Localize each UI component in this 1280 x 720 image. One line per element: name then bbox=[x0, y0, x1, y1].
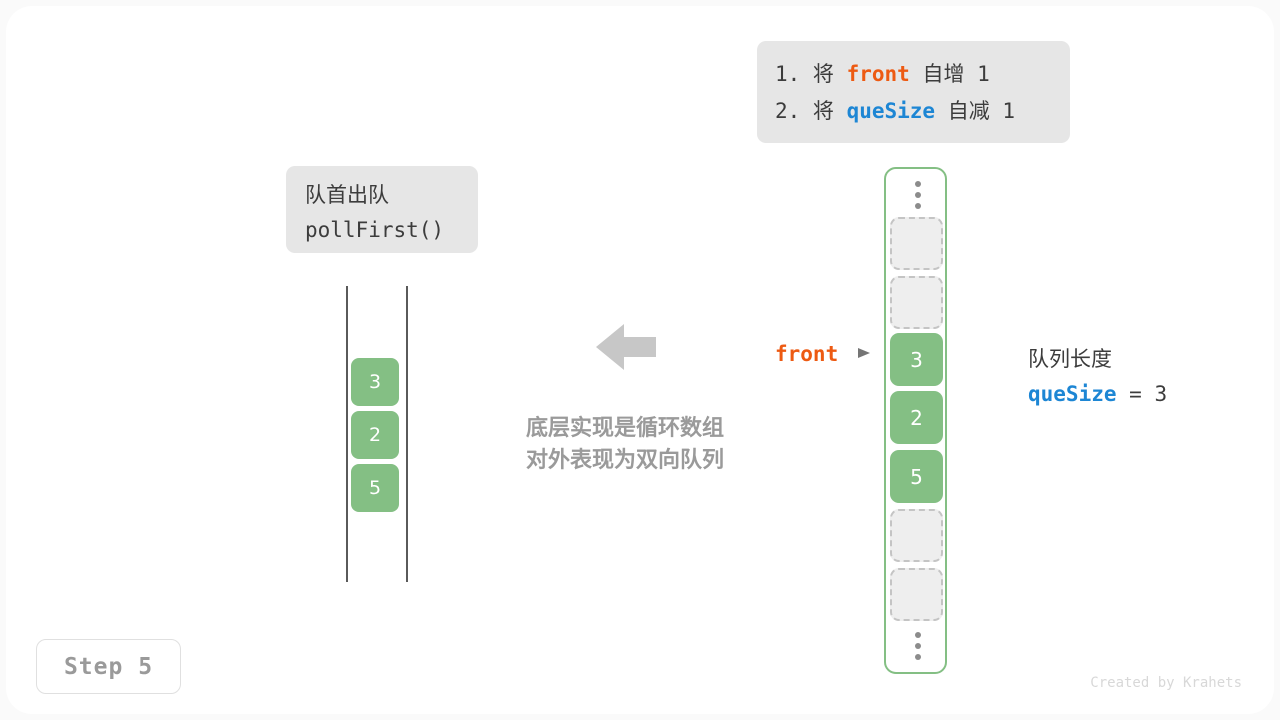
front-pointer-arrow-icon bbox=[858, 348, 870, 358]
instruction-box: 1. 将 front 自增 1 2. 将 queSize 自减 1 bbox=[757, 41, 1070, 143]
instruction-2-suffix: 自减 1 bbox=[935, 99, 1016, 123]
array-cell: 2 bbox=[890, 391, 943, 444]
queue-size-title: 队列长度 bbox=[1028, 347, 1112, 371]
operation-label-box: 队首出队 pollFirst() bbox=[286, 166, 478, 253]
step-badge: Step 5 bbox=[36, 639, 181, 694]
array-top-ellipsis-icon bbox=[886, 175, 949, 215]
left-column-rail-left bbox=[346, 286, 348, 582]
queue-size-value: queSize = 3 bbox=[1028, 376, 1167, 412]
operation-label-method: pollFirst() bbox=[305, 218, 445, 242]
instruction-1-keyword: front bbox=[846, 62, 910, 86]
instruction-1-suffix: 自增 1 bbox=[909, 62, 990, 86]
instruction-line-2: 2. 将 queSize 自减 1 bbox=[775, 93, 1070, 130]
circular-array-container: 3 2 5 bbox=[884, 167, 947, 674]
array-cell bbox=[890, 276, 943, 329]
instruction-2-keyword: queSize bbox=[846, 99, 936, 123]
array-cell bbox=[890, 568, 943, 621]
operation-label-title: 队首出队 bbox=[305, 183, 389, 207]
instruction-1-prefix: 1. 将 bbox=[775, 62, 847, 86]
queue-size-variable: queSize bbox=[1028, 382, 1117, 406]
array-cell: 3 bbox=[890, 333, 943, 386]
diagram-canvas: 1. 将 front 自增 1 2. 将 queSize 自减 1 队首出队 p… bbox=[0, 0, 1280, 720]
implementation-caption: 底层实现是循环数组 对外表现为双向队列 bbox=[502, 413, 748, 477]
instruction-2-prefix: 2. 将 bbox=[775, 99, 847, 123]
left-column-rail-right bbox=[406, 286, 408, 582]
queue-size-equals: = 3 bbox=[1116, 382, 1168, 406]
array-cell bbox=[890, 509, 943, 562]
queue-size-note: 队列长度 queSize = 3 bbox=[1028, 342, 1167, 412]
dequeue-direction-arrow-icon bbox=[596, 324, 656, 370]
left-column-cell: 5 bbox=[351, 464, 399, 512]
instruction-line-1: 1. 将 front 自增 1 bbox=[775, 56, 1070, 93]
array-cell: 5 bbox=[890, 450, 943, 503]
credit-text: Created by Krahets bbox=[1090, 675, 1242, 691]
front-pointer-label: front bbox=[775, 342, 839, 366]
array-cell bbox=[890, 217, 943, 270]
array-bottom-ellipsis-icon bbox=[886, 626, 949, 666]
caption-line-1: 底层实现是循环数组 bbox=[525, 416, 724, 441]
left-column-cell: 2 bbox=[351, 411, 399, 459]
caption-line-2: 对外表现为双向队列 bbox=[525, 448, 724, 473]
left-column-cell: 3 bbox=[351, 358, 399, 406]
